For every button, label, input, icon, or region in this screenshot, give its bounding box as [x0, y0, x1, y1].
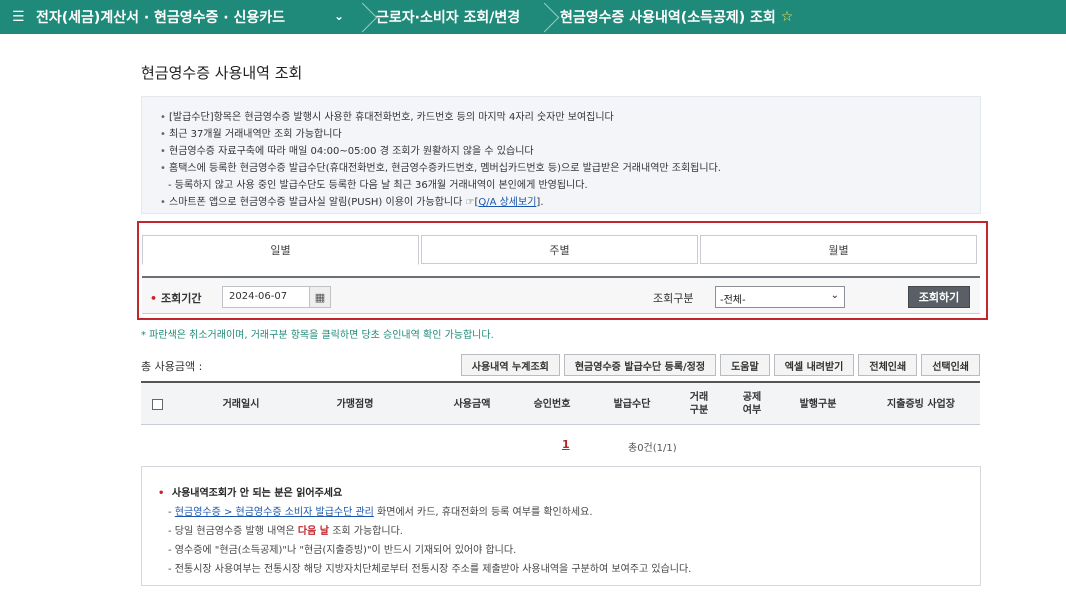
help-line: - 전통시장 사용여부는 전통시장 해당 지방자치단체로부터 전통시장 주소를 … [168, 564, 692, 575]
help-button[interactable]: 도움말 [720, 354, 770, 376]
print-selected-button[interactable]: 선택인쇄 [921, 354, 980, 376]
consumer-means-link[interactable]: 현금영수증 > 현금영수증 소비자 발급수단 관리 [175, 507, 374, 518]
tab-monthly[interactable]: 월별 [700, 235, 977, 264]
col-issue-type: 발행구분 [799, 398, 837, 410]
print-all-button[interactable]: 전체인쇄 [858, 354, 918, 376]
col-transaction-type: 거래 구분 [689, 392, 709, 416]
transaction-table-header: 거래일시 가맹점명 사용금액 승인번호 발급수단 거래 구분 공제 여부 발행구… [141, 381, 980, 425]
total-amount-label: 총 사용금액 : [141, 360, 203, 373]
cumulative-lookup-button[interactable]: 사용내역 누계조회 [460, 354, 560, 376]
favorite-star-icon[interactable]: ☆ [781, 9, 794, 25]
info-line: • 현금영수증 자료구축에 따라 매일 04:00~05:00 경 조회가 원활하… [160, 146, 534, 157]
breadcrumb-separator [532, 0, 546, 34]
info-notice-box: • [발급수단]항목은 현금영수증 발행시 사용한 휴대전화번호, 카드번호 등의… [141, 96, 981, 214]
qa-detail-link[interactable]: Q/A 상세보기 [478, 197, 536, 208]
help-notice-box: • 사용내역조회가 안 되는 분은 읽어주세요 - 현금영수증 > 현금영수증 … [141, 466, 981, 586]
breadcrumb-current-label: 현금영수증 사용내역(소득공제) 조회 [560, 10, 776, 26]
breadcrumb-label: 근로자·소비자 조회/변경 [376, 10, 521, 26]
cancel-transaction-note: * 파란색은 취소거래이며, 거래구분 항목을 클릭하면 당초 승인내역 확인 … [141, 330, 494, 341]
help-title: • 사용내역조회가 안 되는 분은 읽어주세요 [158, 488, 343, 499]
nav-category-label: 전자(세금)계산서 · 현금영수증 · 신용카드 [36, 10, 286, 26]
col-merchant: 가맹점명 [336, 398, 374, 410]
col-issuance-means: 발급수단 [613, 398, 651, 410]
help-line: - 당일 현금영수증 발행 내역은 다음 날 조회 가능합니다. [168, 526, 403, 537]
page-link-1[interactable]: 1 [562, 438, 570, 451]
type-label: 조회구분 [653, 292, 694, 305]
col-business-place: 지출증빙 사업장 [887, 398, 955, 410]
calendar-icon[interactable]: ▦ [309, 286, 331, 308]
help-line: - 영수증에 "현금(소득공제)"나 "현금(지출증빙)"이 반드시 기재되어 … [168, 545, 517, 556]
col-date: 거래일시 [222, 398, 260, 410]
tab-weekly[interactable]: 주별 [421, 235, 698, 264]
excel-download-button[interactable]: 엑셀 내려받기 [773, 354, 855, 376]
period-tabs: 일별 주별 월별 [142, 235, 979, 265]
tab-daily[interactable]: 일별 [142, 235, 419, 265]
result-count: 총0건(1/1) [628, 443, 677, 454]
chevron-down-icon: ⌄ [333, 9, 344, 23]
help-line: - 현금영수증 > 현금영수증 소비자 발급수단 관리 화면에서 카드, 휴대전… [168, 507, 593, 518]
nav-category-dropdown[interactable]: 전자(세금)계산서 · 현금영수증 · 신용카드 ⌄ [22, 0, 350, 34]
action-buttons: 사용내역 누계조회 현금영수증 발급수단 등록/정정 도움말 엑셀 내려받기 전… [457, 354, 980, 376]
search-form-row: • 조회기간 2024-06-07 ▦ 조회구분 -전체- ⌄ 조회하기 [142, 276, 980, 314]
col-deduction: 공제 여부 [742, 392, 762, 416]
menu-icon[interactable]: ☰ [0, 9, 25, 25]
top-nav-bar: ☰ 전자(세금)계산서 · 현금영수증 · 신용카드 ⌄ 근로자·소비자 조회/… [0, 0, 1066, 34]
breadcrumb-consumer-lookup[interactable]: 근로자·소비자 조회/변경 [364, 0, 532, 34]
info-line: • 스마트폰 앱으로 현금영수증 발급사실 알림(PUSH) 이용이 가능합니다 … [160, 197, 544, 208]
breadcrumb-current-page: 현금영수증 사용내역(소득공제) 조회 ☆ [546, 0, 793, 34]
page-title: 현금영수증 사용내역 조회 [141, 64, 303, 82]
type-select[interactable]: -전체- ⌄ [715, 286, 845, 308]
register-issuance-means-button[interactable]: 현금영수증 발급수단 등록/정정 [563, 354, 717, 376]
info-line: • 최근 37개월 거래내역만 조회 가능합니다 [160, 129, 342, 140]
info-subline: - 등록하지 않고 사용 중인 발급수단도 등록한 다음 날 최근 36개월 거… [168, 180, 588, 191]
col-approval-number: 승인번호 [533, 398, 571, 410]
period-label: • 조회기간 [150, 292, 202, 305]
info-line: • 홈택스에 등록한 현금영수증 발급수단(휴대전화번호, 현금영수증카드번호, … [160, 163, 721, 174]
breadcrumb-separator [350, 0, 364, 34]
col-amount: 사용금액 [453, 398, 491, 410]
search-button[interactable]: 조회하기 [908, 286, 970, 308]
info-line: • [발급수단]항목은 현금영수증 발행시 사용한 휴대전화번호, 카드번호 등의… [160, 112, 614, 123]
select-all-checkbox[interactable] [152, 399, 163, 410]
date-input[interactable]: 2024-06-07 [222, 286, 310, 308]
chevron-down-icon: ⌄ [830, 290, 839, 301]
